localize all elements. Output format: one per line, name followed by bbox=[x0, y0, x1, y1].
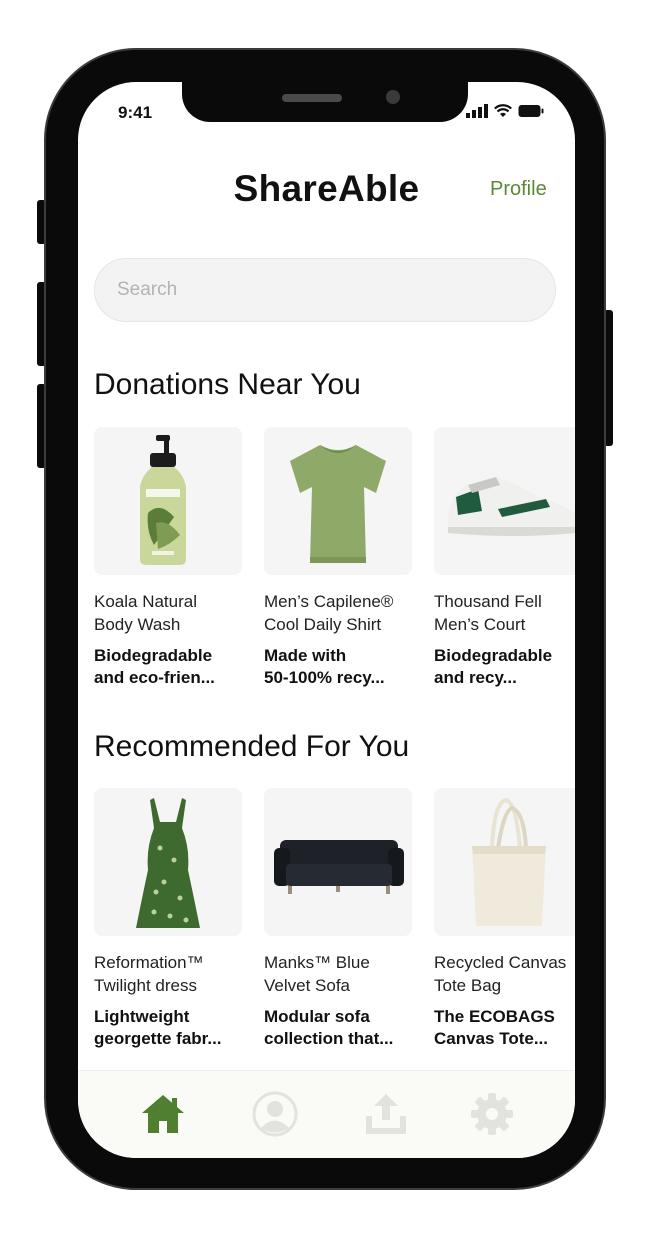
profile-link[interactable]: Profile bbox=[490, 178, 547, 201]
home-icon bbox=[142, 1095, 184, 1133]
sneaker-icon bbox=[448, 477, 575, 536]
product-description: The ECOBAGS Canvas Tote... bbox=[434, 1007, 555, 1048]
product-image bbox=[264, 427, 412, 575]
tote-bag-icon bbox=[472, 797, 546, 926]
notch bbox=[182, 82, 468, 122]
product-description: Biodegradable and recy... bbox=[434, 646, 553, 687]
section-title-recommended: Recommended For You bbox=[94, 730, 410, 763]
product-image bbox=[434, 427, 575, 575]
search-bar[interactable] bbox=[94, 258, 556, 322]
t-shirt-icon bbox=[290, 445, 386, 563]
bottom-tab-bar bbox=[78, 1070, 575, 1158]
product-card[interactable]: Manks™ Blue Velvet Sofa Modular sofa col… bbox=[264, 788, 414, 1050]
product-description: Modular sofa collection that... bbox=[264, 1007, 394, 1048]
battery-icon bbox=[518, 105, 544, 117]
product-name: Recycled Canvas Tote Bag bbox=[434, 953, 567, 995]
product-card[interactable]: Koala Natural Body Wash Biodegradable an… bbox=[94, 427, 244, 689]
wifi-icon bbox=[494, 104, 512, 117]
tab-settings[interactable] bbox=[467, 1089, 517, 1139]
product-card[interactable]: Recycled Canvas Tote Bag The ECOBAGS Can… bbox=[434, 788, 575, 1050]
product-card[interactable]: Thousand Fell Men’s Court Biodegradable … bbox=[434, 427, 575, 689]
product-card[interactable]: Men’s Capilene® Cool Daily Shirt Made wi… bbox=[264, 427, 414, 689]
product-description: Made with 50-100% recy... bbox=[264, 646, 385, 687]
app-screen: 9:41 ShareAble Profile Donations Near Yo… bbox=[78, 82, 575, 1158]
product-name: Men’s Capilene® Cool Daily Shirt bbox=[264, 592, 394, 634]
settings-gear-icon bbox=[471, 1093, 513, 1135]
tab-upload[interactable] bbox=[361, 1089, 411, 1139]
product-description: Biodegradable and eco-frien... bbox=[94, 646, 215, 687]
signal-icon bbox=[466, 104, 488, 118]
product-description: Lightweight georgette fabr... bbox=[94, 1007, 222, 1048]
dress-icon bbox=[136, 798, 200, 928]
speaker bbox=[282, 94, 342, 102]
product-card[interactable]: Reformation™ Twilight dress Lightweight … bbox=[94, 788, 244, 1050]
product-image bbox=[94, 427, 242, 575]
body-wash-bottle-icon bbox=[140, 435, 186, 565]
tab-profile[interactable] bbox=[250, 1089, 300, 1139]
product-name: Reformation™ Twilight dress bbox=[94, 953, 204, 995]
profile-icon bbox=[252, 1091, 298, 1137]
status-time: 9:41 bbox=[118, 103, 153, 122]
camera bbox=[386, 90, 400, 104]
upload-icon bbox=[366, 1094, 406, 1134]
section-title-donations: Donations Near You bbox=[94, 368, 361, 401]
product-name: Thousand Fell Men’s Court bbox=[434, 592, 542, 634]
tab-home[interactable] bbox=[138, 1089, 188, 1139]
search-input[interactable] bbox=[95, 259, 555, 321]
product-name: Manks™ Blue Velvet Sofa bbox=[264, 953, 370, 995]
status-icons bbox=[466, 104, 544, 118]
product-image bbox=[434, 788, 575, 936]
product-image bbox=[264, 788, 412, 936]
sofa-icon bbox=[274, 840, 404, 894]
product-image bbox=[94, 788, 242, 936]
product-name: Koala Natural Body Wash bbox=[94, 592, 198, 634]
